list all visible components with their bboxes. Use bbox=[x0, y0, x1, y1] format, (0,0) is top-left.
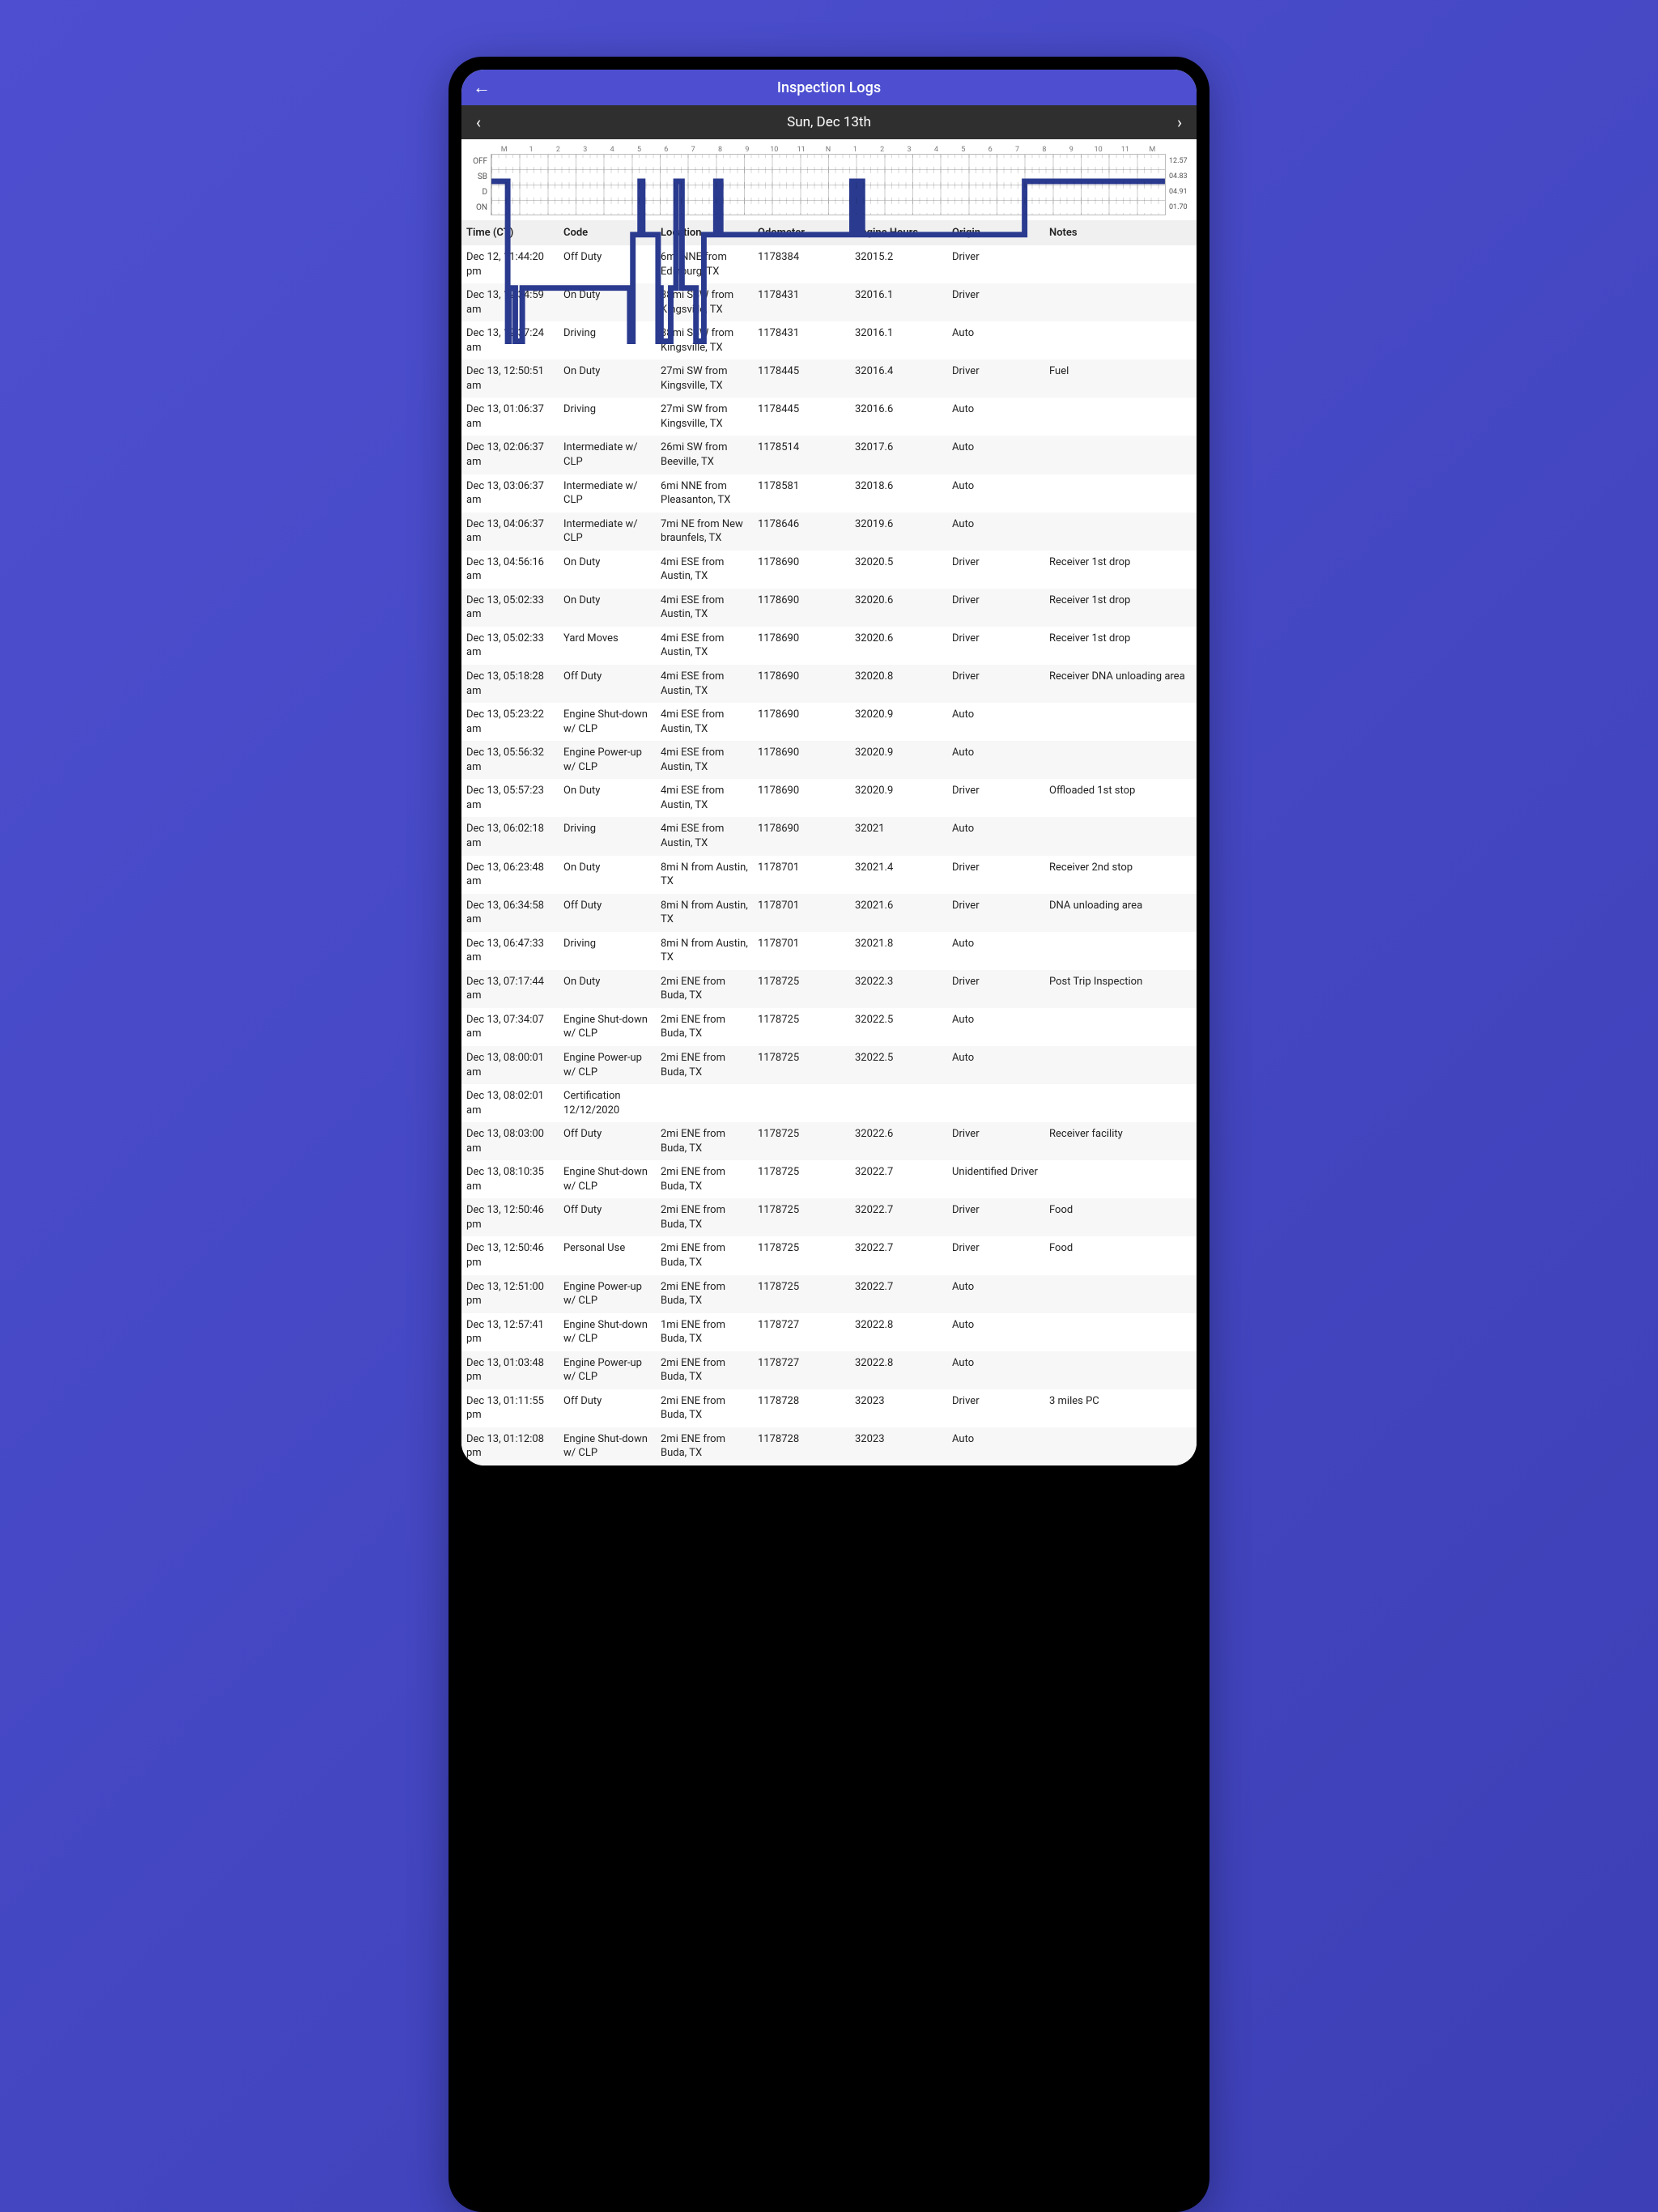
tablet-frame: ← Inspection Logs ‹ Sun, Dec 13th › OFF … bbox=[449, 57, 1209, 2212]
table-row[interactable]: Dec 13, 12:50:46 pmPersonal Use2mi ENE f… bbox=[461, 1236, 1197, 1274]
date-navigator: ‹ Sun, Dec 13th › bbox=[461, 105, 1197, 139]
table-row[interactable]: Dec 13, 07:17:44 amOn Duty2mi ENE from B… bbox=[461, 970, 1197, 1008]
page-title: Inspection Logs bbox=[461, 79, 1197, 96]
table-row[interactable]: Dec 13, 07:34:07 amEngine Shut-down w/ C… bbox=[461, 1008, 1197, 1046]
table-row[interactable]: Dec 13, 01:06:37 amDriving27mi SW from K… bbox=[461, 398, 1197, 436]
current-date-label: Sun, Dec 13th bbox=[787, 114, 871, 130]
table-row[interactable]: Dec 13, 04:06:37 amIntermediate w/ CLP7m… bbox=[461, 513, 1197, 551]
tablet-screen: ← Inspection Logs ‹ Sun, Dec 13th › OFF … bbox=[461, 70, 1197, 1465]
app-header: ← Inspection Logs bbox=[461, 70, 1197, 105]
table-row[interactable]: Dec 13, 05:02:33 amOn Duty4mi ESE from A… bbox=[461, 589, 1197, 627]
chart-row-totals: 12.57 04.83 04.91 01.70 bbox=[1166, 144, 1193, 215]
table-row[interactable]: Dec 13, 08:00:01 amEngine Power-up w/ CL… bbox=[461, 1046, 1197, 1084]
table-row[interactable]: Dec 13, 05:18:28 amOff Duty4mi ESE from … bbox=[461, 665, 1197, 703]
table-row[interactable]: Dec 13, 01:03:48 pmEngine Power-up w/ CL… bbox=[461, 1351, 1197, 1389]
table-row[interactable]: Dec 13, 01:11:55 pmOff Duty2mi ENE from … bbox=[461, 1389, 1197, 1427]
chart-row-labels: OFF SB D ON bbox=[465, 144, 491, 215]
back-arrow-icon[interactable]: ← bbox=[473, 77, 491, 98]
table-row[interactable]: Dec 13, 06:23:48 amOn Duty8mi N from Aus… bbox=[461, 856, 1197, 894]
chart-grid bbox=[491, 154, 1166, 215]
table-row[interactable]: Dec 13, 01:12:08 pmEngine Shut-down w/ C… bbox=[461, 1427, 1197, 1465]
table-row[interactable]: Dec 13, 08:03:00 amOff Duty2mi ENE from … bbox=[461, 1122, 1197, 1160]
table-row[interactable]: Dec 13, 03:06:37 amIntermediate w/ CLP6m… bbox=[461, 474, 1197, 513]
table-row[interactable]: Dec 13, 05:57:23 amOn Duty4mi ESE from A… bbox=[461, 779, 1197, 817]
table-row[interactable]: Dec 13, 05:56:32 amEngine Power-up w/ CL… bbox=[461, 741, 1197, 779]
table-row[interactable]: Dec 13, 04:56:16 amOn Duty4mi ESE from A… bbox=[461, 551, 1197, 589]
prev-day-chevron-icon[interactable]: ‹ bbox=[471, 109, 486, 135]
table-row[interactable]: Dec 13, 12:50:46 pmOff Duty2mi ENE from … bbox=[461, 1198, 1197, 1236]
table-row[interactable]: Dec 13, 08:02:01 amCertification 12/12/2… bbox=[461, 1084, 1197, 1122]
table-row[interactable]: Dec 13, 05:02:33 amYard Moves4mi ESE fro… bbox=[461, 627, 1197, 665]
log-events-table: Time (CT) Code Location Odometer Engine … bbox=[461, 220, 1197, 1465]
next-day-chevron-icon[interactable]: › bbox=[1172, 109, 1187, 135]
table-row[interactable]: Dec 13, 12:57:41 pmEngine Shut-down w/ C… bbox=[461, 1313, 1197, 1351]
table-row[interactable]: Dec 13, 08:10:35 amEngine Shut-down w/ C… bbox=[461, 1160, 1197, 1198]
table-row[interactable]: Dec 13, 12:51:00 pmEngine Power-up w/ CL… bbox=[461, 1275, 1197, 1313]
duty-status-chart: OFF SB D ON M1234567891011N1234567891011… bbox=[461, 139, 1197, 220]
table-row[interactable]: Dec 13, 06:47:33 amDriving8mi N from Aus… bbox=[461, 932, 1197, 970]
table-row[interactable]: Dec 13, 05:23:22 amEngine Shut-down w/ C… bbox=[461, 703, 1197, 741]
table-row[interactable]: Dec 13, 06:02:18 amDriving4mi ESE from A… bbox=[461, 817, 1197, 855]
chart-hour-labels: M1234567891011N1234567891011M bbox=[491, 144, 1166, 154]
table-row[interactable]: Dec 13, 06:34:58 amOff Duty8mi N from Au… bbox=[461, 894, 1197, 932]
duty-status-line bbox=[491, 155, 1165, 368]
table-row[interactable]: Dec 13, 02:06:37 amIntermediate w/ CLP26… bbox=[461, 436, 1197, 474]
